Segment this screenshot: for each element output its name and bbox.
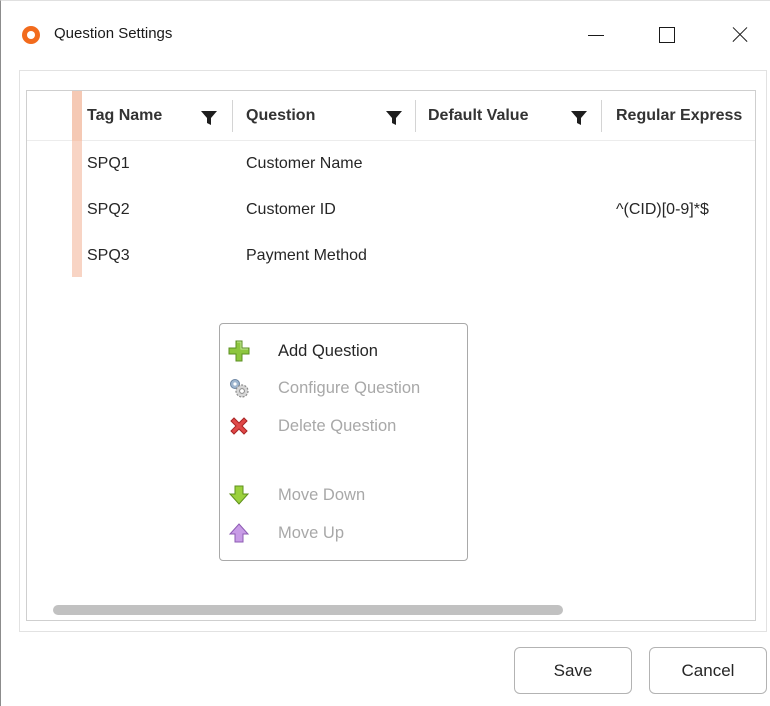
delete-x-icon <box>228 415 250 437</box>
filter-icon[interactable] <box>385 110 403 126</box>
cell-tag-name: SPQ3 <box>87 247 130 264</box>
column-divider[interactable] <box>601 100 602 132</box>
menu-item-label: Configure Question <box>278 379 421 397</box>
menu-item-label: Move Up <box>278 524 345 542</box>
menu-item-label: Delete Question <box>278 417 397 435</box>
filter-icon[interactable] <box>200 110 218 126</box>
table-row[interactable]: SPQ3 Payment Method <box>27 233 755 279</box>
close-button[interactable] <box>715 15 761 53</box>
question-settings-window: Question Settings Tag Name Question Defa… <box>0 0 770 706</box>
app-logo-icon <box>22 26 40 44</box>
cell-regular-expression: ^(CID)[0-9]*$ <box>616 201 709 218</box>
horizontal-scrollbar[interactable] <box>53 605 563 615</box>
cell-tag-name: SPQ2 <box>87 201 130 218</box>
cell-question: Customer Name <box>246 155 363 172</box>
cancel-button[interactable]: Cancel <box>649 647 767 694</box>
column-divider[interactable] <box>415 100 416 132</box>
menu-item-move-up[interactable]: Move Up <box>220 515 467 551</box>
table-row[interactable]: SPQ2 Customer ID ^(CID)[0-9]*$ <box>27 187 755 233</box>
window-title: Question Settings <box>54 25 173 42</box>
column-header-question[interactable]: Question <box>246 91 366 141</box>
cell-tag-name: SPQ1 <box>87 155 130 172</box>
save-button[interactable]: Save <box>514 647 632 694</box>
cell-question: Customer ID <box>246 201 336 218</box>
table-row[interactable]: SPQ1 Customer Name <box>27 141 755 187</box>
menu-item-label: Move Down <box>278 486 366 504</box>
menu-item-delete-question[interactable]: Delete Question <box>220 408 467 444</box>
add-plus-icon <box>228 340 250 362</box>
column-divider[interactable] <box>232 100 233 132</box>
column-header-default-value[interactable]: Default Value <box>428 91 558 141</box>
cell-question: Payment Method <box>246 247 367 264</box>
column-header-regular-expression[interactable]: Regular Express <box>616 91 755 141</box>
title-bar[interactable]: Question Settings <box>1 1 770 67</box>
filter-icon[interactable] <box>570 110 588 126</box>
menu-item-configure-question[interactable]: Configure Question <box>220 370 467 406</box>
menu-item-label: Add Question <box>278 342 378 360</box>
menu-item-move-down[interactable]: Move Down <box>220 477 467 513</box>
context-menu: Add Question Configure Question Delete Q… <box>219 323 468 561</box>
column-header-tag-name[interactable]: Tag Name <box>87 91 187 141</box>
maximize-button[interactable] <box>643 15 689 53</box>
grid-header: Tag Name Question Default Value Regular … <box>27 91 755 141</box>
minimize-button[interactable] <box>575 15 621 53</box>
arrow-up-icon <box>228 522 250 544</box>
arrow-down-icon <box>228 484 250 506</box>
menu-item-add-question[interactable]: Add Question <box>220 333 467 369</box>
gears-icon <box>228 377 250 399</box>
